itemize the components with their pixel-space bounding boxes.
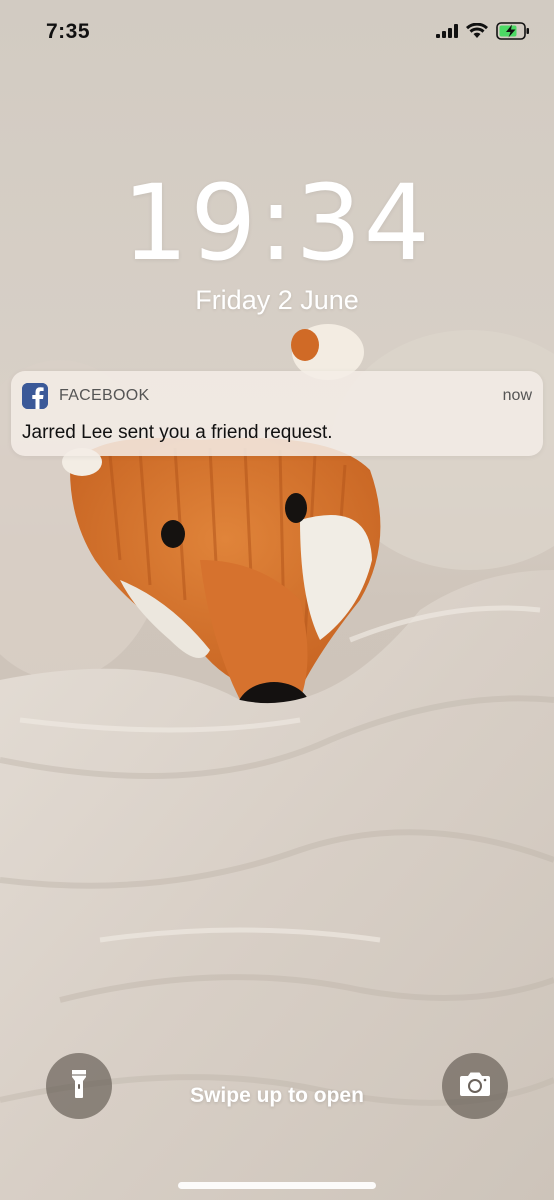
facebook-icon [22, 383, 48, 409]
notification-message: Jarred Lee sent you a friend request. [22, 422, 333, 443]
battery-charging-icon [496, 22, 530, 45]
lock-screen-date: Friday 2 June [195, 285, 359, 315]
camera-button[interactable] [442, 1053, 508, 1119]
wifi-icon [466, 22, 488, 44]
status-time: 7:35 [46, 20, 91, 43]
notification-card[interactable]: FACEBOOK now Jarred Lee sent you a frien… [11, 371, 543, 456]
status-bar: 7:35 [0, 0, 554, 70]
notification-app-name: FACEBOOK [59, 387, 150, 404]
home-indicator[interactable] [178, 1182, 376, 1189]
lock-screen-clock: 19:34 [122, 162, 432, 284]
cellular-signal-icon [436, 24, 458, 43]
camera-icon [459, 1071, 491, 1102]
notification-time: now [502, 387, 532, 404]
status-icons [436, 22, 530, 45]
